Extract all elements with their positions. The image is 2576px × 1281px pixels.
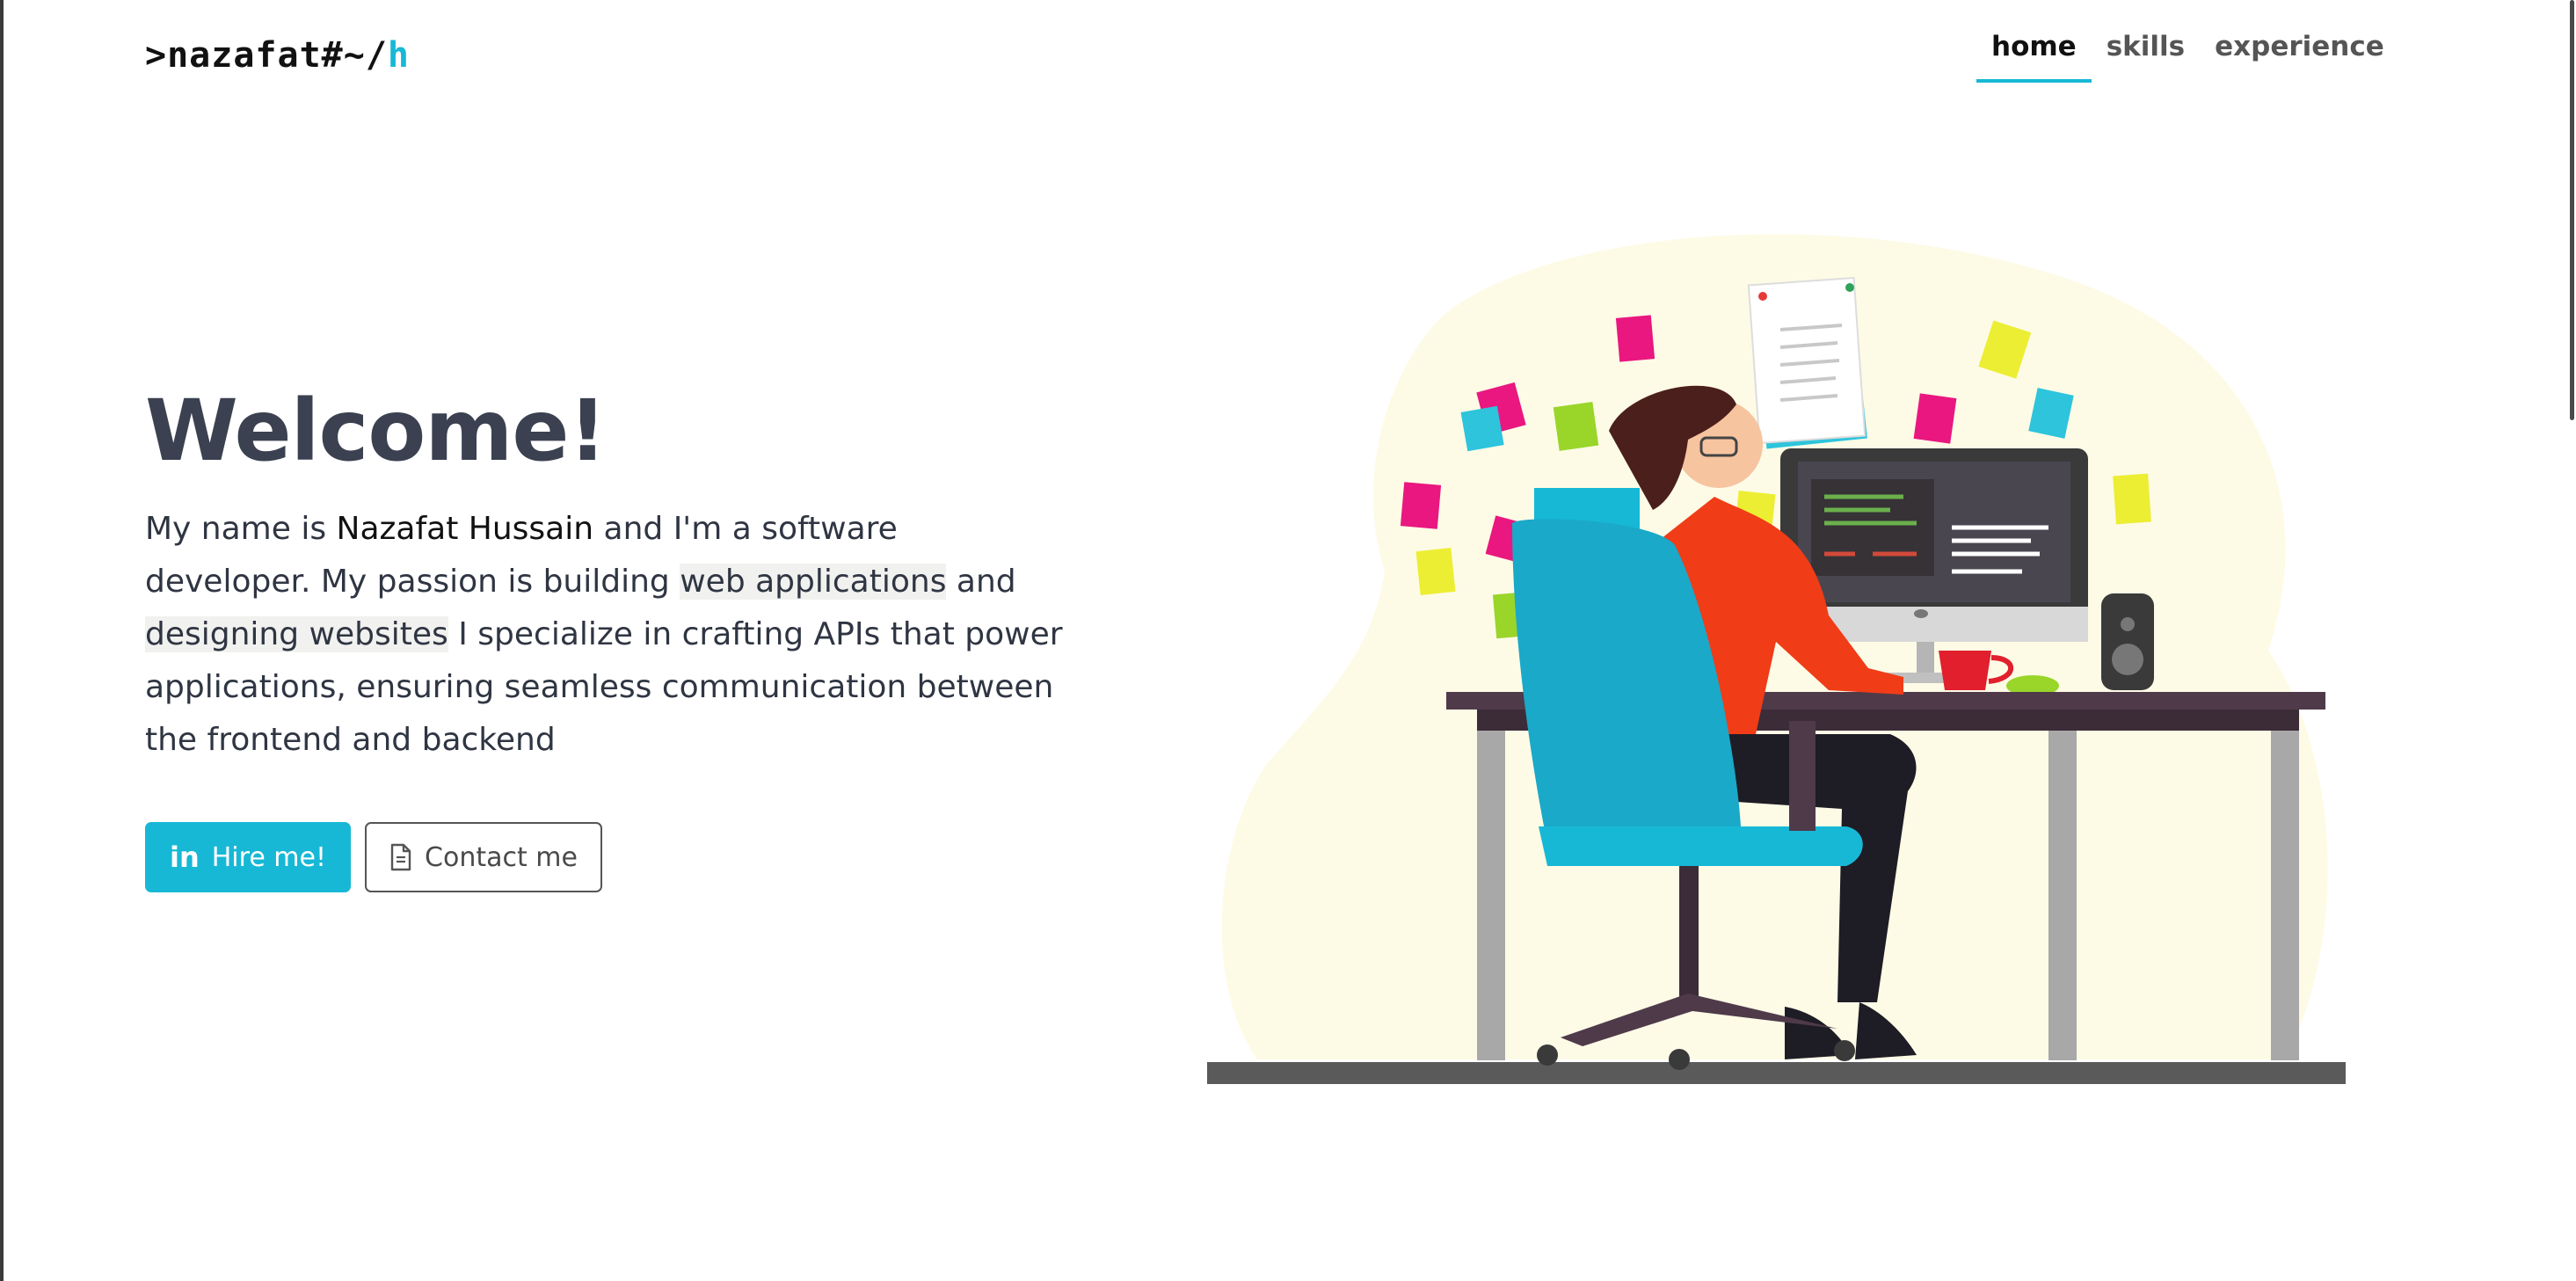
nav-item-experience[interactable]: experience [2200,26,2399,83]
hire-me-button[interactable]: in Hire me! [145,822,352,892]
scrollbar[interactable] [2564,0,2576,1281]
hero-section: Welcome! My name is Nazafat Hussain and … [145,378,1068,798]
logo-accent-letter: h [387,35,410,76]
window-left-edge [0,0,4,1281]
scrollbar-thumb[interactable] [2570,0,2574,420]
hire-me-label: Hire me! [211,841,327,873]
developer-name: Nazafat Hussain [336,511,594,547]
contact-me-button[interactable]: Contact me [365,822,602,892]
hero-title: Welcome! [145,382,607,480]
nav-item-skills[interactable]: skills [2092,26,2200,83]
highlight-designing-websites: designing websites [145,616,448,652]
logo-text: >nazafat#~/ [145,35,388,76]
site-logo[interactable]: >nazafat#~/h [145,35,410,76]
contact-me-label: Contact me [425,841,578,873]
linkedin-icon: in [170,841,200,874]
nav-item-home[interactable]: home [1976,26,2092,83]
main-nav: home skills experience [1976,26,2399,83]
hero-buttons: in Hire me! Contact me [145,822,602,892]
intro-text: and [946,564,1016,600]
intro-text: My name is [145,511,337,547]
highlight-web-applications: web applications [680,564,947,600]
hero-intro: My name is Nazafat Hussain and I'm a sof… [145,503,1068,767]
developer-at-desk-illustration [1204,211,2347,1090]
document-icon [389,843,412,871]
